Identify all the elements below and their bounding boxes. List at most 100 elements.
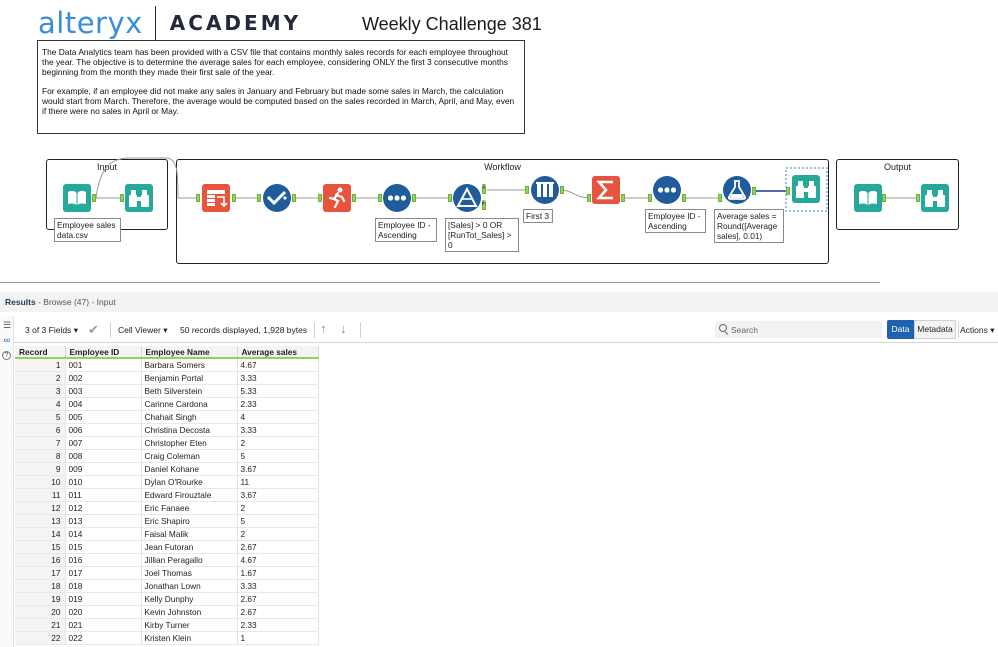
output-anchor[interactable] [621,194,625,202]
record-cell[interactable]: 21 [15,618,66,632]
employee-name-cell[interactable]: Beth Silverstein [141,384,238,398]
column-header-average-sales[interactable]: Average sales [237,346,319,359]
employee-name-cell[interactable]: Dylan O'Rourke [141,475,238,489]
select-tool[interactable] [262,183,292,213]
employee-name-cell[interactable]: Craig Coleman [141,449,238,463]
average-sales-cell[interactable]: 3.33 [237,579,319,593]
employee-id-cell[interactable]: 009 [65,462,142,476]
employee-name-cell[interactable]: Kristen Klein [141,631,238,645]
employee-id-cell[interactable]: 004 [65,397,142,411]
data-button[interactable]: Data [887,320,914,339]
employee-name-cell[interactable]: Daniel Kohane [141,462,238,476]
table-row[interactable]: 22 022 Kristen Klein 1 [15,631,319,645]
output-anchor[interactable] [232,194,236,202]
canvas-results-divider[interactable] [0,282,880,283]
input-anchor[interactable] [196,194,200,202]
average-sales-cell[interactable]: 3.67 [237,488,319,502]
fields-dropdown[interactable]: 3 of 3 Fields ▾ [25,325,78,336]
binoculars-icon[interactable]: ∞ [2,335,12,345]
employee-name-cell[interactable]: Jonathan Lown [141,579,238,593]
average-sales-cell[interactable]: 3.33 [237,371,319,385]
input-data-tool[interactable] [62,183,92,213]
input-anchor[interactable] [257,194,261,202]
average-sales-cell[interactable]: 5 [237,449,319,463]
average-sales-cell[interactable]: 3.33 [237,423,319,437]
employee-name-cell[interactable]: Chahait Singh [141,410,238,424]
table-row[interactable]: 9 009 Daniel Kohane 3.67 [15,462,319,476]
record-cell[interactable]: 9 [15,462,66,476]
sample-tool[interactable] [530,175,560,205]
average-sales-cell[interactable]: 4.67 [237,358,319,372]
employee-name-cell[interactable]: Benjamin Portal [141,371,238,385]
output-anchor[interactable] [752,187,756,195]
employee-id-cell[interactable]: 008 [65,449,142,463]
table-row[interactable]: 7 007 Christopher Eten 2 [15,436,319,450]
metadata-button[interactable]: Metadata [914,320,956,339]
employee-id-cell[interactable]: 005 [65,410,142,424]
average-sales-cell[interactable]: 1.67 [237,566,319,580]
employee-id-cell[interactable]: 022 [65,631,142,645]
employee-id-cell[interactable]: 012 [65,501,142,515]
table-row[interactable]: 12 012 Eric Fanaee 2 [15,501,319,515]
employee-id-cell[interactable]: 001 [65,358,142,372]
search-input[interactable]: Search [715,321,882,338]
table-row[interactable]: 19 019 Kelly Dunphy 2.67 [15,592,319,606]
employee-name-cell[interactable]: Jean Futoran [141,540,238,554]
input-data-tool[interactable] [853,183,883,213]
sort-tool[interactable] [652,175,682,205]
record-cell[interactable]: 20 [15,605,66,619]
average-sales-cell[interactable]: 4 [237,410,319,424]
employee-name-cell[interactable]: Kevin Johnston [141,605,238,619]
table-row[interactable]: 13 013 Eric Shapiro 5 [15,514,319,528]
table-row[interactable]: 20 020 Kevin Johnston 2.67 [15,605,319,619]
record-cell[interactable]: 12 [15,501,66,515]
average-sales-cell[interactable]: 5 [237,514,319,528]
record-cell[interactable]: 13 [15,514,66,528]
record-cell[interactable]: 3 [15,384,66,398]
employee-id-cell[interactable]: 013 [65,514,142,528]
average-sales-cell[interactable]: 3.67 [237,462,319,476]
employee-name-cell[interactable]: Joel Thomas [141,566,238,580]
employee-id-cell[interactable]: 007 [65,436,142,450]
input-anchor[interactable] [786,187,790,195]
output-anchor[interactable] [352,194,356,202]
record-cell[interactable]: 5 [15,410,66,424]
employee-name-cell[interactable]: Christopher Eten [141,436,238,450]
average-sales-cell[interactable]: 2 [237,436,319,450]
employee-id-cell[interactable]: 019 [65,592,142,606]
employee-name-cell[interactable]: Faisal Malik [141,527,238,541]
browse-tool[interactable] [920,183,950,213]
table-row[interactable]: 16 016 Jillian Peragallo 4.67 [15,553,319,567]
browse-tool-selected[interactable] [791,174,821,204]
table-row[interactable]: 15 015 Jean Futoran 2.67 [15,540,319,554]
table-row[interactable]: 11 011 Edward Firouztale 3.67 [15,488,319,502]
employee-name-cell[interactable]: Eric Fanaee [141,501,238,515]
average-sales-cell[interactable]: 2.33 [237,618,319,632]
record-cell[interactable]: 7 [15,436,66,450]
employee-name-cell[interactable]: Kirby Turner [141,618,238,632]
running-total-tool[interactable] [322,183,352,213]
employee-id-cell[interactable]: 017 [65,566,142,580]
employee-name-cell[interactable]: Carinne Cardona [141,397,238,411]
average-sales-cell[interactable]: 1 [237,631,319,645]
output-anchor[interactable] [682,194,686,202]
summarize-tool[interactable] [591,175,621,205]
record-cell[interactable]: 2 [15,371,66,385]
employee-name-cell[interactable]: Eric Shapiro [141,514,238,528]
average-sales-cell[interactable]: 5.33 [237,384,319,398]
cell-viewer-dropdown[interactable]: Cell Viewer ▾ [118,325,168,336]
employee-id-cell[interactable]: 014 [65,527,142,541]
record-cell[interactable]: 8 [15,449,66,463]
employee-name-cell[interactable]: Jillian Peragallo [141,553,238,567]
employee-id-cell[interactable]: 018 [65,579,142,593]
average-sales-cell[interactable]: 11 [237,475,319,489]
record-cell[interactable]: 6 [15,423,66,437]
record-cell[interactable]: 14 [15,527,66,541]
formula-tool[interactable] [722,175,752,205]
record-cell[interactable]: 4 [15,397,66,411]
table-row[interactable]: 10 010 Dylan O'Rourke 11 [15,475,319,489]
average-sales-cell[interactable]: 2 [237,501,319,515]
average-sales-cell[interactable]: 2 [237,527,319,541]
employee-name-cell[interactable]: Barbara Somers [141,358,238,372]
output-anchor[interactable] [412,194,416,202]
